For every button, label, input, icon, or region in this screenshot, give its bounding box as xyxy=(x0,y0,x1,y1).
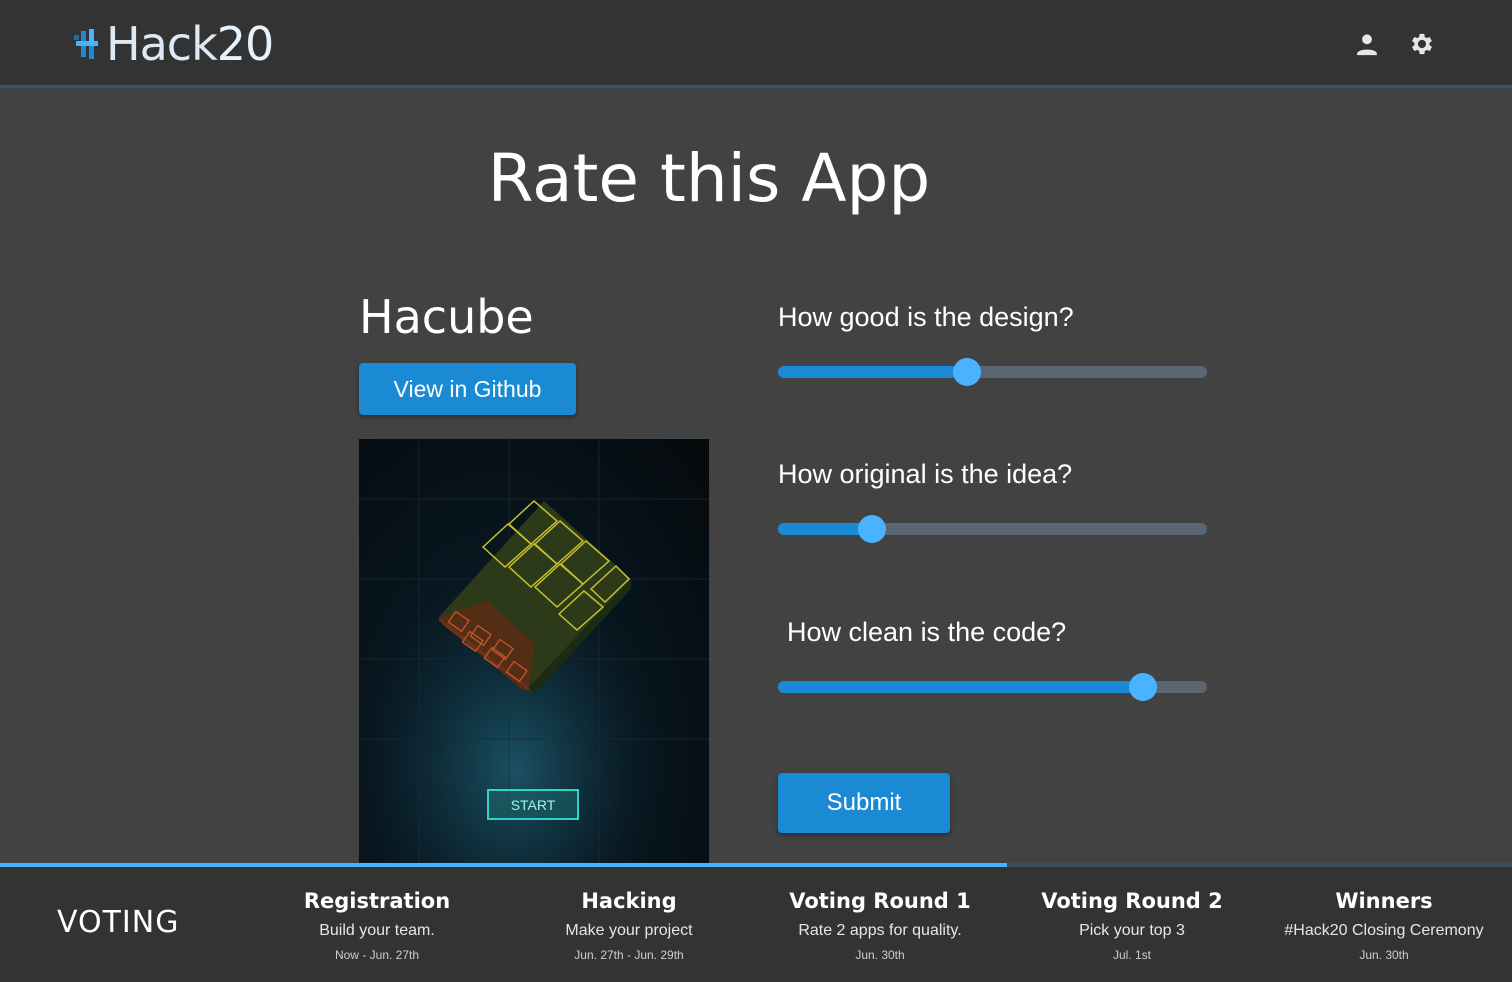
stage-title: Hacking xyxy=(581,889,677,913)
start-button: START xyxy=(487,789,579,820)
idea-rating-thumb[interactable] xyxy=(858,515,887,543)
design-question-label: How good is the design? xyxy=(778,302,1074,332)
idea-question-label: How original is the idea? xyxy=(778,459,1073,489)
code-question-label: How clean is the code? xyxy=(787,617,1067,647)
stage-description: Make your project xyxy=(565,922,693,939)
page-title: Rate this App xyxy=(487,140,931,217)
stage-date: Jun. 30th xyxy=(855,948,905,962)
account-icon[interactable] xyxy=(1353,30,1381,58)
hack20-logo[interactable]: Hack20 xyxy=(72,17,274,71)
stage-description: Pick your top 3 xyxy=(1079,922,1185,939)
stage-title: Voting Round 1 xyxy=(789,889,971,913)
app-name: Hacube xyxy=(359,290,534,344)
submit-button[interactable]: Submit xyxy=(778,773,950,833)
stage-description: #Hack20 Closing Ceremony xyxy=(1284,922,1484,939)
design-rating-fill xyxy=(778,366,967,378)
app-screenshot: START xyxy=(359,439,709,863)
stage-date: Jul. 1st xyxy=(1112,948,1151,962)
stage-hacking: Hacking Make your project Jun. 27th - Ju… xyxy=(503,889,755,962)
idea-rating-slider[interactable] xyxy=(778,515,1207,543)
stage-title: Winners xyxy=(1335,889,1433,913)
design-rating-thumb[interactable] xyxy=(952,358,981,386)
code-rating-slider[interactable] xyxy=(778,673,1207,701)
logo-text: Hack20 xyxy=(106,17,274,71)
stage-registration: Registration Build your team. Now - Jun.… xyxy=(251,889,503,962)
design-rating-slider[interactable] xyxy=(778,358,1207,386)
stage-description: Build your team. xyxy=(319,922,435,939)
stage-winners: Winners #Hack20 Closing Ceremony Jun. 30… xyxy=(1258,889,1510,962)
logo-mark-icon xyxy=(74,29,98,59)
stage-voting-round-2: Voting Round 2 Pick your top 3 Jul. 1st xyxy=(1006,889,1258,962)
timeline-footer: VOTING Registration Build your team. Now… xyxy=(0,867,1512,982)
stage-title: Voting Round 2 xyxy=(1041,889,1223,913)
stage-title: Registration xyxy=(303,889,451,913)
top-app-bar: Hack20 xyxy=(0,0,1512,88)
stage-date: Jun. 27th - Jun. 29th xyxy=(574,948,684,962)
stage-date: Jun. 30th xyxy=(1359,948,1409,962)
code-rating-fill xyxy=(778,681,1143,693)
code-rating-thumb[interactable] xyxy=(1128,673,1157,701)
stage-voting-round-1: Voting Round 1 Rate 2 apps for quality. … xyxy=(754,889,1006,962)
stage-date: Now - Jun. 27th xyxy=(334,948,420,962)
gear-icon[interactable] xyxy=(1408,30,1436,58)
stage-description: Rate 2 apps for quality. xyxy=(798,922,962,939)
view-in-github-button[interactable]: View in Github xyxy=(359,363,576,415)
current-phase-label: VOTING xyxy=(57,905,180,940)
